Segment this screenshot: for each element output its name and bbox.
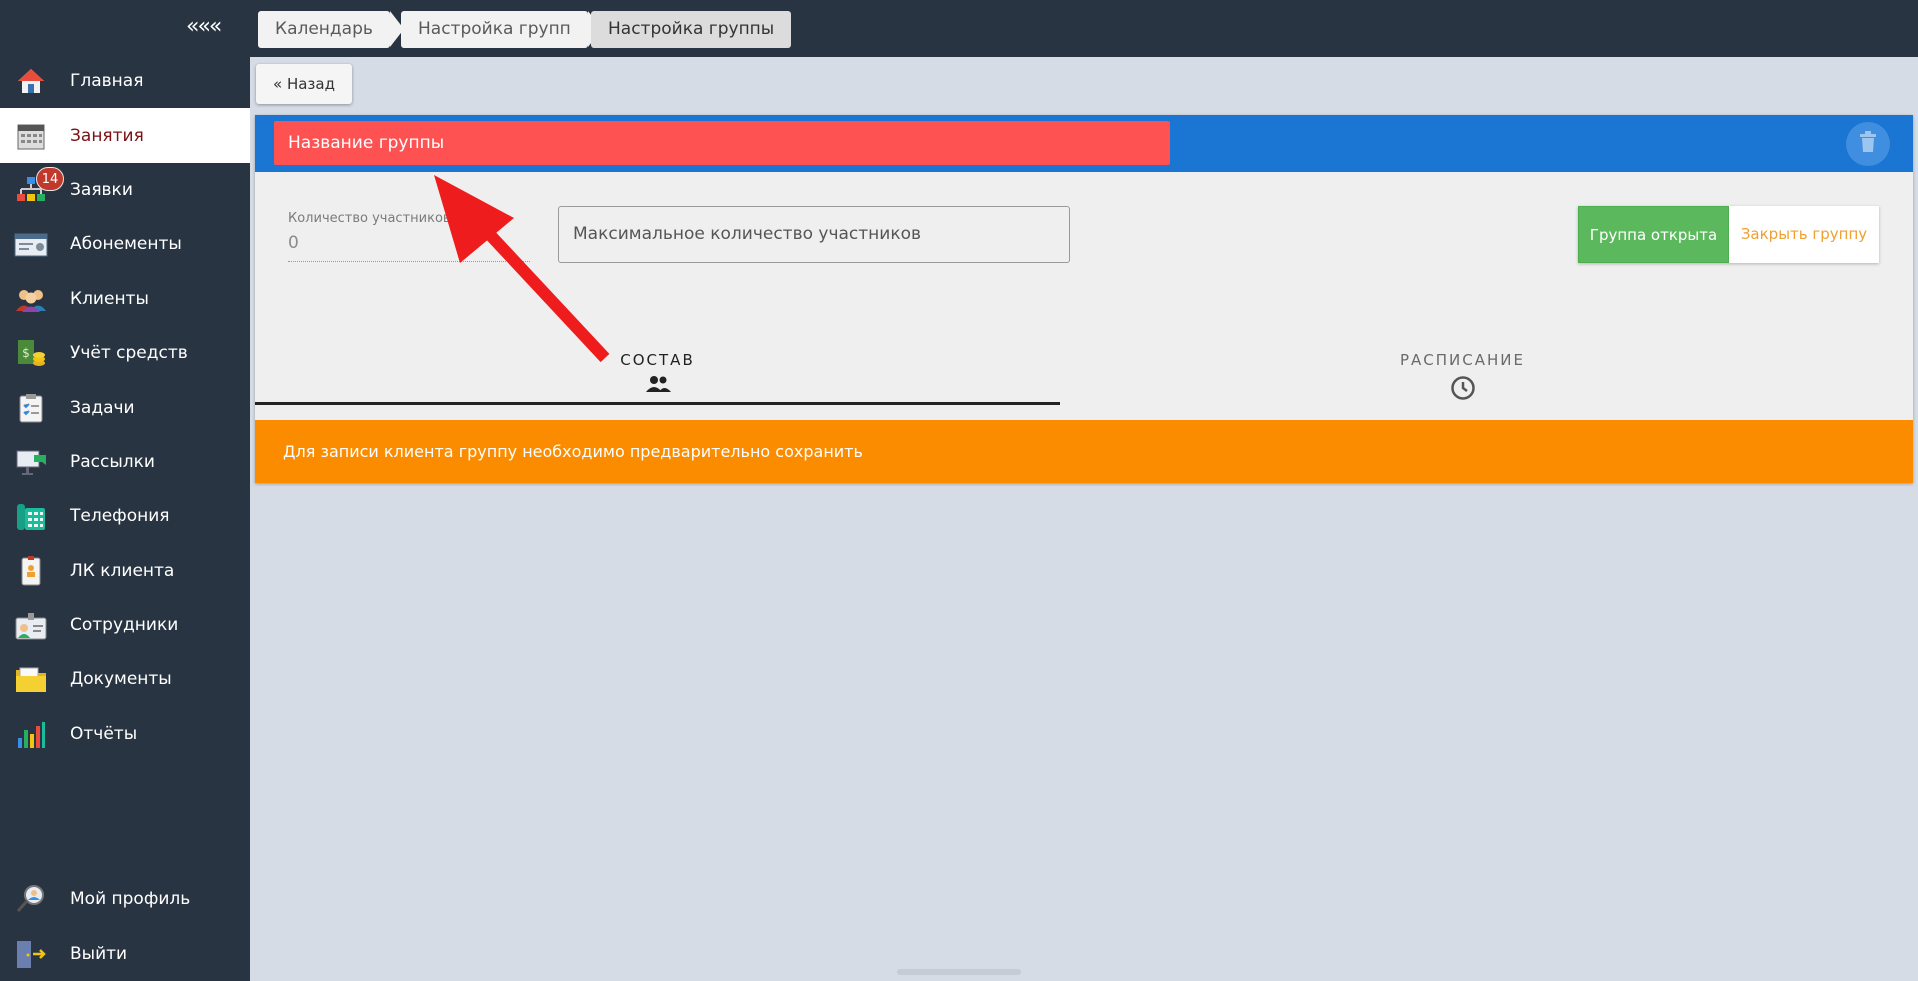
sidebar-item-label: ЛК клиента (70, 560, 175, 581)
tab-schedule[interactable]: РАСПИСАНИЕ (1060, 343, 1865, 405)
sidebar-item-subscriptions[interactable]: Абонементы (0, 217, 250, 271)
sidebar-item-employees[interactable]: Сотрудники (0, 598, 250, 652)
profile-search-icon (14, 882, 48, 916)
requests-count-badge: 14 (36, 166, 64, 191)
save-required-notice: Для записи клиента группу необходимо пре… (255, 420, 1913, 483)
sidebar-item-label: Абонементы (70, 234, 182, 255)
client-cabinet-icon (14, 554, 48, 588)
tab-label: СОСТАВ (620, 351, 695, 369)
sidebar-item-clients[interactable]: Клиенты (0, 272, 250, 326)
sidebar-item-label: Рассылки (70, 451, 155, 472)
sidebar-item-label: Выйти (70, 943, 128, 964)
clock-icon (1060, 375, 1865, 405)
calendar-icon (14, 119, 48, 153)
sidebar-item-mailings[interactable]: Рассылки (0, 435, 250, 489)
sidebar: ««« Главная Занятия 14 Заявки Абонементы… (0, 0, 250, 981)
sidebar-item-label: Отчёты (70, 723, 138, 744)
max-participants-input[interactable]: Максимальное количество участников (558, 206, 1070, 263)
collapse-sidebar-button[interactable]: ««« (186, 14, 222, 39)
svg-text:$: $ (22, 346, 30, 360)
tab-label: РАСПИСАНИЕ (1400, 351, 1525, 369)
breadcrumb-calendar[interactable]: Календарь (258, 11, 404, 48)
annotation-arrow-icon (434, 175, 610, 363)
sidebar-item-tasks[interactable]: Задачи (0, 380, 250, 434)
clients-icon (14, 282, 48, 316)
group-open-button[interactable]: Группа открыта (1578, 206, 1729, 263)
scroll-indicator (897, 969, 1021, 975)
logout-door-icon (14, 937, 48, 971)
top-bar: Календарь Настройка групп Настройка груп… (250, 0, 1918, 57)
sidebar-item-label: Сотрудники (70, 615, 179, 636)
card-header: Название группы (255, 115, 1913, 172)
sidebar-nav: Главная Занятия 14 Заявки Абонементы Кли… (0, 54, 250, 761)
close-group-button[interactable]: Закрыть группу (1729, 206, 1879, 263)
sidebar-item-label: Телефония (70, 506, 170, 527)
money-icon: $ (14, 336, 48, 370)
sidebar-item-lessons[interactable]: Занятия (0, 108, 250, 163)
mailing-icon (14, 445, 48, 479)
tab-members[interactable]: СОСТАВ (255, 343, 1060, 405)
group-status-toggle: Группа открыта Закрыть группу (1578, 206, 1879, 263)
delete-group-button[interactable] (1846, 122, 1890, 166)
sidebar-item-label: Занятия (70, 125, 144, 146)
back-button[interactable]: « Назад (256, 64, 352, 104)
sidebar-item-documents[interactable]: Документы (0, 652, 250, 706)
sidebar-item-label: Документы (70, 669, 172, 690)
sidebar-item-requests[interactable]: 14 Заявки (0, 163, 250, 217)
subscription-card-icon (14, 227, 48, 261)
employee-badge-icon (14, 608, 48, 642)
sidebar-item-my-profile[interactable]: Мой профиль (0, 872, 250, 926)
sidebar-item-label: Заявки (70, 179, 133, 200)
breadcrumb-current-group[interactable]: Настройка группы (591, 11, 792, 48)
trash-icon (1859, 131, 1877, 157)
sidebar-item-home[interactable]: Главная (0, 54, 250, 108)
sidebar-item-finance[interactable]: $ Учёт средств (0, 326, 250, 380)
sidebar-item-label: Клиенты (70, 288, 149, 309)
people-icon (255, 375, 1060, 397)
reports-chart-icon (14, 717, 48, 751)
sidebar-item-logout[interactable]: Выйти (0, 926, 250, 980)
documents-folder-icon (14, 662, 48, 696)
sidebar-item-label: Задачи (70, 397, 135, 418)
sidebar-item-client-cabinet[interactable]: ЛК клиента (0, 544, 250, 598)
sidebar-bottom-nav: Мой профиль Выйти (0, 872, 250, 981)
sidebar-item-reports[interactable]: Отчёты (0, 707, 250, 761)
tasks-clipboard-icon (14, 391, 48, 425)
sidebar-item-label: Мой профиль (70, 889, 191, 910)
home-icon (14, 64, 48, 98)
sidebar-item-label: Главная (70, 71, 144, 92)
sidebar-item-label: Учёт средств (70, 343, 188, 364)
phone-icon (14, 499, 48, 533)
group-name-input[interactable]: Название группы (274, 121, 1170, 165)
sidebar-item-telephony[interactable]: Телефония (0, 489, 250, 543)
breadcrumb-group-settings[interactable]: Настройка групп (401, 11, 602, 48)
